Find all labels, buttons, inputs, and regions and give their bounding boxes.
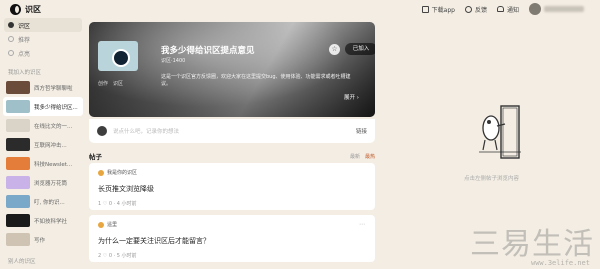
community-cover	[98, 41, 138, 71]
sort-latest[interactable]: 最新	[350, 153, 360, 160]
compose-bar: 说点什么吧，记录你的想法 链接	[89, 119, 375, 143]
recommend-icon	[8, 36, 14, 42]
post-author: 我是你的识区	[98, 169, 366, 176]
shiqu-icon	[8, 22, 14, 28]
empty-hint: 点击左侧帖子浏览内容	[463, 176, 519, 182]
community-item[interactable]: 写作	[0, 230, 86, 249]
sidebar-item-shiqu[interactable]: 识区	[4, 18, 82, 32]
sidebar-item-light[interactable]: 点亮	[0, 46, 86, 60]
post-title: 为什么一定要关注识区后才能留言？	[98, 237, 210, 245]
community-thumb	[6, 195, 30, 208]
empty-illustration	[479, 105, 521, 159]
posts-header: 帖子 最新 最热	[89, 151, 375, 161]
post-stats: 2 ♡ 0 · 5 小时前	[98, 253, 137, 259]
section-title-mine: 我加入的识区	[8, 70, 42, 76]
watermark-url: www.3elife.net	[530, 259, 590, 267]
top-bar: 识区 下载app 反馈 通知	[0, 0, 600, 18]
bell-icon	[496, 6, 504, 12]
avatar	[529, 3, 541, 15]
more-icon[interactable]: ⋯	[359, 221, 365, 228]
top-actions: 下载app 反馈 通知	[421, 3, 584, 15]
joined-button[interactable]: 已加入	[345, 43, 375, 55]
sort-hot[interactable]: 最热	[365, 153, 375, 160]
tag[interactable]: 创作	[98, 80, 108, 87]
post-stats: 1 ♡ 0 · 4 小时前	[98, 201, 137, 207]
watermark-text: 三易生活	[470, 227, 594, 262]
community-item[interactable]: 浏览器万花筒	[0, 173, 86, 192]
user-menu[interactable]	[529, 3, 584, 15]
link-button[interactable]: 链接	[356, 127, 367, 135]
sidebar: 识区 推荐 点亮 我加入的识区 西方哲学聊聊啦 我多少得给识区... 在线比文的…	[0, 18, 86, 269]
app-name: 识区	[25, 5, 41, 14]
community-thumb	[6, 157, 30, 170]
section-title-more: 别人的识区	[8, 259, 36, 265]
community-thumb	[6, 81, 30, 94]
community-meta: 识区·1400	[161, 58, 186, 64]
author-avatar	[98, 221, 104, 228]
community-thumb	[6, 100, 30, 113]
community-item[interactable]: 叮, 你的识...	[0, 192, 86, 211]
community-description: 这是一个识区官方反馈圈，欢迎大家在这里提交bug、使用体验、功能需求或者吐槽建议…	[161, 74, 351, 87]
post-card[interactable]: 我是你的识区 长页推文浏览降级 1 ♡ 0 · 4 小时前	[89, 163, 375, 210]
post-author: 遥里	[98, 221, 366, 228]
community-item[interactable]: 互联网冲击...	[0, 135, 86, 154]
post-title: 长页推文浏览降级	[98, 185, 154, 193]
community-thumb	[6, 138, 30, 151]
community-thumb	[6, 176, 30, 189]
notify-button[interactable]: 通知	[496, 5, 519, 14]
star-icon[interactable]: ☆	[329, 44, 340, 55]
community-item[interactable]: 不如技科学社	[0, 211, 86, 230]
community-banner: 我多少得给识区提点意见 识区·1400 这是一个识区官方反馈圈，欢迎大家在这里提…	[89, 22, 375, 117]
community-thumb	[6, 214, 30, 227]
light-icon	[8, 50, 14, 56]
qr-icon	[421, 5, 429, 13]
logo-icon	[10, 4, 21, 15]
post-card[interactable]: 遥里 为什么一定要关注识区后才能留言？ 2 ♡ 0 · 5 小时前 ⋯	[89, 215, 375, 262]
community-item[interactable]: 在线比文的一...	[0, 116, 86, 135]
username-blurred	[544, 6, 584, 12]
community-item[interactable]: 西方哲学聊聊啦	[0, 78, 86, 97]
sort-tabs: 最新 最热	[350, 153, 375, 160]
posts-title: 帖子	[89, 153, 102, 161]
sidebar-item-recommend[interactable]: 推荐	[0, 32, 86, 46]
main-column: 我多少得给识区提点意见 识区·1400 这是一个识区官方反馈圈，欢迎大家在这里提…	[89, 22, 375, 262]
community-item[interactable]: 我多少得给识区...	[3, 97, 83, 116]
community-tags: 创作 识区	[98, 80, 123, 87]
feedback-icon	[464, 5, 472, 13]
app-logo[interactable]: 识区	[10, 4, 41, 15]
feedback-button[interactable]: 反馈	[464, 5, 487, 14]
community-thumb	[6, 119, 30, 132]
expand-button[interactable]: 展开 ›	[344, 93, 359, 101]
download-app-button[interactable]: 下载app	[421, 5, 455, 14]
avatar	[97, 126, 107, 136]
compose-input[interactable]: 说点什么吧，记录你的想法	[113, 127, 350, 135]
community-thumb	[6, 233, 30, 246]
author-avatar	[98, 169, 104, 176]
community-item[interactable]: 科技Newslet...	[0, 154, 86, 173]
tag[interactable]: 识区	[113, 80, 123, 87]
community-title: 我多少得给识区提点意见	[161, 46, 255, 56]
